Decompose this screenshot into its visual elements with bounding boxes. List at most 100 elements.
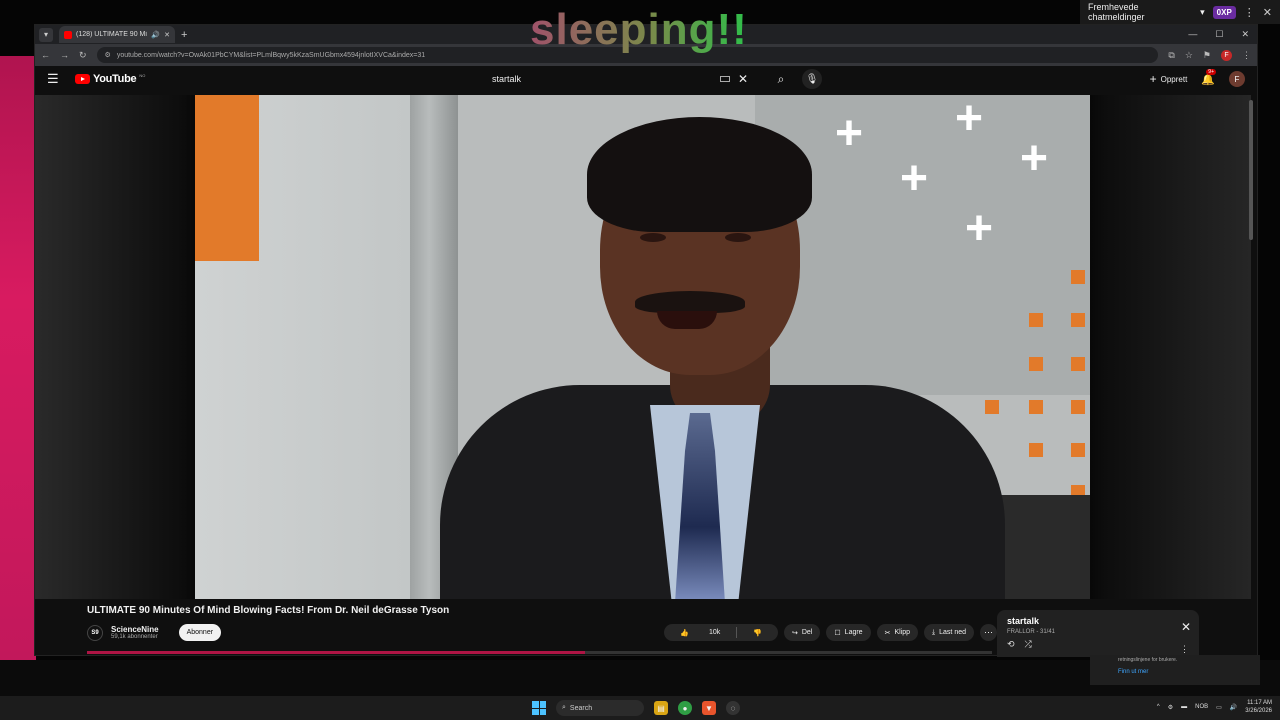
url-text[interactable]: youtube.com/watch?v=OwAk01PbCYM&list=PLm… [117,52,425,59]
clock-time: 11:17 AM [1247,700,1272,706]
playlist-controls: ⟲ ⤮ [1007,639,1189,650]
reload-icon[interactable]: ↻ [79,50,87,61]
like-button[interactable]: 👍 10k [664,629,736,637]
playlist-title[interactable]: startalk [1007,616,1189,626]
file-explorer-icon[interactable]: ▤ [654,701,668,715]
extensions-icon[interactable]: ⚑ [1203,50,1211,61]
share-icon: ↪ [792,629,798,637]
search-value[interactable]: startalk [492,74,521,84]
search-input[interactable]: startalk ✕ [480,69,760,89]
chevron-up-icon[interactable]: ^ [1157,704,1160,710]
scroll-progress-fill [87,651,585,654]
clock[interactable]: 11:17 AM 3/26/2026 [1245,699,1272,715]
playlist-close-icon[interactable]: ✕ [1181,620,1191,634]
desktop-strip [0,660,1280,696]
video-person-mouth [657,311,717,329]
loop-icon[interactable]: ⟲ [1007,639,1015,650]
system-tray: ^ ⚙ ▬ NOB ▭ 🔊 11:17 AM 3/26/2026 [1157,699,1272,715]
video-person-moustache [635,291,745,313]
menu-icon[interactable]: ☰ [47,71,65,87]
network-icon[interactable]: ▭ [1216,704,1222,711]
flag-icon[interactable]: ▬ [1181,704,1187,710]
featured-chat-panel[interactable]: Fremhevede chatmeldinger ▾ 0XP ⋮ ✕ [1080,0,1280,24]
brave-icon[interactable]: ▼ [702,701,716,715]
video-bg-plus: + [835,107,864,160]
learn-more-link[interactable]: Finn ut mer [1118,669,1232,675]
scissors-icon: ✂ [884,629,891,637]
subscribe-button[interactable]: Abonner [178,624,222,641]
video-person-hair [587,117,812,232]
close-icon[interactable]: ✕ [1263,6,1272,19]
create-label: Opprett [1160,74,1188,84]
featured-chat-label[interactable]: Fremhevede chatmeldinger [1088,2,1192,22]
browser-tab[interactable]: (128) ULTIMATE 90 Minute 🔊 ✕ [59,26,175,43]
country-code: NO [139,72,146,78]
clock-date: 3/26/2026 [1245,708,1272,714]
speaker-icon[interactable]: 🔊 [151,31,160,39]
microphone-icon[interactable]: 🎙 [802,69,822,89]
browser-window: ▾ (128) ULTIMATE 90 Minute 🔊 ✕ + — ☐ ✕ ←… [34,24,1258,657]
account-avatar[interactable]: F [1229,71,1245,87]
youtube-logo[interactable]: YouTube NO [75,73,145,85]
video-bg-orange-panel [195,95,259,261]
install-icon[interactable]: ⧉ [1168,50,1174,61]
more-icon[interactable]: ⋮ [1244,6,1255,19]
bookmark-icon: ☐ [834,629,841,637]
video-bg-dot [1029,400,1043,414]
new-tab-button[interactable]: + [181,29,187,41]
clip-button[interactable]: ✂ Klipp [876,624,919,641]
playlist-panel[interactable]: startalk FRALLOR - 31/41 ✕ ⟲ ⤮ ⋮ [997,610,1199,657]
shuffle-icon[interactable]: ⤮ [1025,639,1032,650]
taskbar-search[interactable]: ⌕ Search [556,700,644,716]
video-bg-plus: + [900,152,929,205]
app-icon[interactable]: ◌ [726,701,740,715]
create-button[interactable]: + Opprett [1150,72,1188,86]
search-icon[interactable]: ⌕ [770,72,792,87]
tab-list-button[interactable]: ▾ [39,27,53,42]
windows-start-icon[interactable] [532,701,546,715]
playlist-more-icon[interactable]: ⋮ [1180,644,1189,655]
page-scrollbar[interactable] [1249,100,1253,240]
clear-search-icon[interactable]: ✕ [738,72,748,86]
notifications-bell-icon[interactable]: 🔔 9+ [1201,68,1216,86]
window-close-icon[interactable]: ✕ [1241,29,1249,40]
profile-icon[interactable]: F [1221,49,1232,61]
video-frame[interactable]: + + + + + [195,95,1090,599]
video-info: ULTIMATE 90 Minutes Of Mind Blowing Fact… [87,605,997,641]
bookmark-star-icon[interactable]: ☆ [1185,50,1193,61]
chrome-icon[interactable]: ● [678,701,692,715]
forward-icon[interactable]: → [60,50,69,60]
download-button[interactable]: ⤓ Last ned [924,624,974,641]
info-popup: retningslinjene for brukere. Finn ut mer [1090,655,1260,685]
share-button[interactable]: ↪ Del [784,624,821,641]
settings-icon[interactable]: ⚙ [1168,704,1173,711]
scroll-progress [87,651,992,654]
like-dislike-group: 👍 10k 👎 [664,624,778,641]
browser-menu-icon[interactable]: ⋮ [1242,50,1251,61]
plus-icon: + [1149,72,1157,86]
video-bg-plus: + [955,95,984,145]
channel-name[interactable]: ScienceNine [111,625,159,634]
more-actions-icon[interactable]: ⋯ [980,624,997,641]
keyboard-icon[interactable] [719,76,730,82]
back-icon[interactable]: ← [41,50,50,60]
minimize-icon[interactable]: — [1188,29,1197,40]
screen: sleeping!! Fremhevede chatmeldinger ▾ 0X… [0,0,1280,720]
maximize-icon[interactable]: ☐ [1215,29,1223,40]
channel-avatar[interactable]: S9 [87,624,103,641]
language-indicator[interactable]: NOB [1195,704,1208,710]
youtube-favicon-icon [64,30,72,39]
notification-count: 9+ [1206,68,1216,75]
video-player[interactable]: + + + + + [35,95,1251,599]
dislike-button[interactable]: 👎 [737,629,778,637]
video-actions: 👍 10k 👎 ↪ Del ☐ Lagre ✂ Klipp ⤓ Last ned ⋯ [664,624,997,641]
site-info-icon[interactable]: ⚙ [105,51,111,59]
download-icon: ⤓ [932,628,936,636]
save-button[interactable]: ☐ Lagre [826,624,871,641]
thumbs-down-icon: 👎 [753,629,762,637]
chevron-down-icon[interactable]: ▾ [1200,7,1205,18]
video-bg-dot [1071,357,1085,371]
volume-icon[interactable]: 🔊 [1230,704,1237,711]
download-label: Last ned [939,629,966,636]
tab-close-icon[interactable]: ✕ [164,31,170,39]
